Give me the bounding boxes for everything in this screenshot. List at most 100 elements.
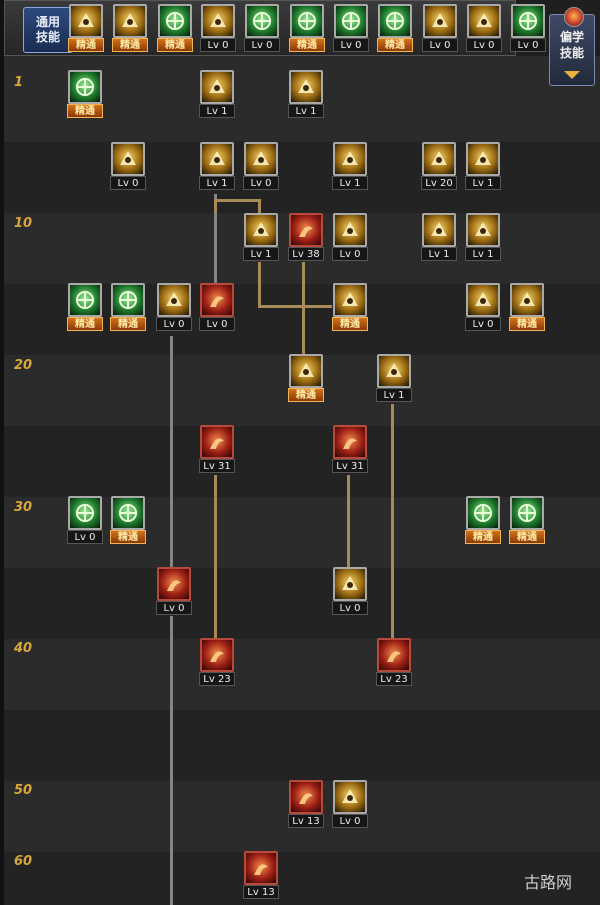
skill-slot[interactable]: Lv 0 — [199, 283, 235, 331]
skill-slot[interactable]: Lv 0 — [465, 283, 501, 331]
burst-icon[interactable] — [466, 213, 500, 247]
skill-level-label: Lv 0 — [333, 38, 369, 52]
skill-slot[interactable]: Lv 23 — [376, 638, 412, 686]
skill-slot[interactable]: Lv 0 — [156, 567, 192, 615]
skill-level-label: Lv 0 — [156, 601, 192, 615]
head-icon[interactable] — [68, 283, 102, 317]
skill-slot[interactable]: 精通 — [288, 354, 324, 402]
wings-icon[interactable] — [201, 4, 235, 38]
crosshair-icon[interactable] — [245, 4, 279, 38]
crosshair-icon[interactable] — [290, 4, 324, 38]
crosshair-icon[interactable] — [111, 496, 145, 530]
crosshair-icon[interactable] — [510, 496, 544, 530]
skill-slot[interactable]: Lv 0 — [332, 213, 368, 261]
skill-slot[interactable]: 精通 — [377, 4, 413, 52]
fighter-icon[interactable] — [334, 4, 368, 38]
jump-icon[interactable] — [333, 283, 367, 317]
spirit-icon[interactable] — [511, 4, 545, 38]
stars-icon[interactable] — [289, 354, 323, 388]
skill-slot[interactable]: Lv 38 — [288, 213, 324, 261]
pilot-icon[interactable] — [69, 4, 103, 38]
explosion-icon[interactable] — [466, 283, 500, 317]
dash-icon[interactable] — [200, 70, 234, 104]
skill-slot[interactable]: Lv 0 — [110, 142, 146, 190]
skill-slot[interactable]: Lv 0 — [332, 567, 368, 615]
prereq-line — [258, 305, 332, 308]
skill-slot[interactable]: 精通 — [289, 4, 325, 52]
skill-slot[interactable]: 精通 — [110, 283, 146, 331]
cyclone-icon[interactable] — [377, 638, 411, 672]
meditate-icon[interactable] — [467, 4, 501, 38]
wave-icon[interactable] — [333, 425, 367, 459]
arrow-swoosh-icon[interactable] — [113, 4, 147, 38]
skill-slot[interactable]: Lv 13 — [243, 851, 279, 899]
knot-icon[interactable] — [466, 142, 500, 176]
emblem-icon[interactable] — [333, 142, 367, 176]
skill-slot[interactable]: 精通 — [509, 283, 545, 331]
ring-icon[interactable] — [377, 354, 411, 388]
skill-slot[interactable]: 精通 — [157, 4, 193, 52]
robot-icon[interactable] — [68, 70, 102, 104]
pillar-icon[interactable] — [200, 425, 234, 459]
strike-icon[interactable] — [244, 213, 278, 247]
mushroom-icon[interactable] — [378, 4, 412, 38]
sparks-icon[interactable] — [244, 142, 278, 176]
skill-slot[interactable]: Lv 0 — [422, 4, 458, 52]
skill-slot[interactable]: 精通 — [68, 4, 104, 52]
armor-icon[interactable] — [157, 283, 191, 317]
fist-icon[interactable] — [289, 70, 323, 104]
skill-slot[interactable]: Lv 23 — [199, 638, 235, 686]
skill-slot[interactable]: Lv 0 — [200, 4, 236, 52]
skill-slot[interactable]: Lv 20 — [421, 142, 457, 190]
whip-icon[interactable] — [333, 213, 367, 247]
skill-slot[interactable]: 精通 — [112, 4, 148, 52]
skill-slot[interactable]: 精通 — [465, 496, 501, 544]
skill-slot[interactable]: Lv 1 — [243, 213, 279, 261]
cannon-icon[interactable] — [244, 851, 278, 885]
skill-slot[interactable]: Lv 1 — [421, 213, 457, 261]
skill-slot[interactable]: 精通 — [110, 496, 146, 544]
skill-slot[interactable]: Lv 0 — [332, 780, 368, 828]
skill-slot[interactable]: Lv 0 — [243, 142, 279, 190]
beast-icon[interactable] — [200, 638, 234, 672]
skill-slot[interactable]: 精通 — [67, 283, 103, 331]
box-icon[interactable] — [422, 142, 456, 176]
skill-slot[interactable]: Lv 31 — [199, 425, 235, 473]
skill-slot[interactable]: 精通 — [332, 283, 368, 331]
spiral-icon[interactable] — [423, 4, 457, 38]
hook-icon[interactable] — [111, 142, 145, 176]
flame-icon[interactable] — [333, 567, 367, 601]
skill-slot[interactable]: Lv 13 — [288, 780, 324, 828]
crystal-icon[interactable] — [333, 780, 367, 814]
skill-slot[interactable]: Lv 1 — [288, 70, 324, 118]
aura-icon[interactable] — [466, 496, 500, 530]
skill-slot[interactable]: Lv 0 — [156, 283, 192, 331]
fire-icon[interactable] — [510, 283, 544, 317]
shoot-icon[interactable] — [200, 142, 234, 176]
skill-slot[interactable]: Lv 0 — [67, 496, 103, 544]
skill-slot[interactable]: 精通 — [67, 70, 103, 118]
skill-slot[interactable]: Lv 1 — [199, 70, 235, 118]
skill-slot[interactable]: Lv 31 — [332, 425, 368, 473]
drop-icon[interactable] — [289, 780, 323, 814]
skill-slot[interactable]: Lv 1 — [465, 142, 501, 190]
claw-icon[interactable] — [200, 283, 234, 317]
skill-slot[interactable]: Lv 0 — [466, 4, 502, 52]
skill-slot[interactable]: Lv 1 — [332, 142, 368, 190]
skill-slot[interactable]: Lv 1 — [376, 354, 412, 402]
kick-icon[interactable] — [158, 4, 192, 38]
mastered-badge: 精通 — [110, 317, 146, 331]
skill-slot[interactable]: Lv 0 — [510, 4, 546, 52]
skill-slot[interactable]: Lv 0 — [244, 4, 280, 52]
skill-slot[interactable]: Lv 1 — [465, 213, 501, 261]
vortex-icon[interactable] — [157, 567, 191, 601]
runner-icon[interactable] — [111, 283, 145, 317]
skill-slot[interactable]: Lv 1 — [199, 142, 235, 190]
aura-icon[interactable] — [68, 496, 102, 530]
skill-slot[interactable]: 精通 — [509, 496, 545, 544]
grenade-icon[interactable] — [422, 213, 456, 247]
skill-level-label: Lv 0 — [332, 601, 368, 615]
flame-strike-icon[interactable] — [289, 213, 323, 247]
other-skills-button[interactable]: 偏学 技能 — [549, 7, 595, 86]
skill-slot[interactable]: Lv 0 — [333, 4, 369, 52]
